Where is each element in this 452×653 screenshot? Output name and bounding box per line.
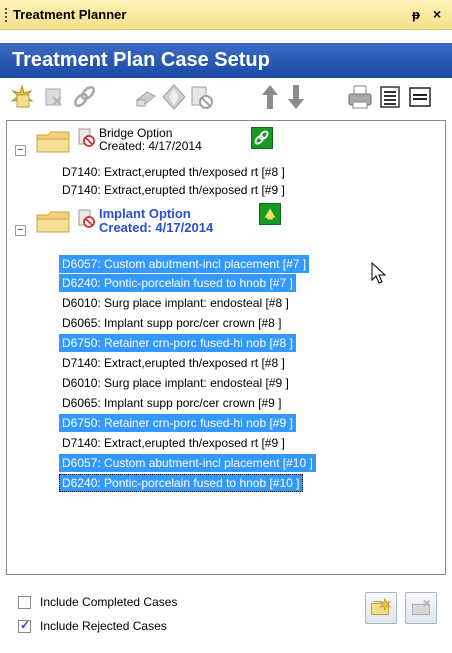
diamond-arrows-icon[interactable] — [160, 82, 188, 112]
panel-title: Treatment Planner — [13, 7, 127, 22]
implant-badge-icon — [259, 203, 281, 225]
link-icon[interactable] — [70, 82, 98, 112]
mouse-cursor-icon — [371, 261, 389, 286]
page-title: Treatment Plan Case Setup — [12, 49, 270, 71]
move-up-icon[interactable] — [256, 82, 284, 112]
include-rejected-label: Include Rejected Cases — [40, 619, 167, 633]
procedure-row[interactable]: D7140: Extract,erupted th/exposed rt [#8… — [59, 163, 288, 181]
delete-case-icon[interactable] — [40, 82, 68, 112]
case-status-icon — [77, 209, 97, 229]
close-case-button[interactable] — [405, 592, 437, 624]
drag-grip-icon[interactable] — [5, 8, 7, 22]
procedure-row[interactable]: D6065: Implant supp porc/cer crown [#9 ] — [59, 394, 284, 412]
new-case-icon[interactable] — [8, 82, 36, 112]
procedure-row[interactable]: D6065: Implant supp porc/cer crown [#8 ] — [59, 314, 284, 332]
include-rejected-checkbox[interactable] — [18, 618, 31, 633]
page-header: Treatment Plan Case Setup — [0, 43, 452, 78]
case-tree[interactable]: − Bridge Option Created: 4/17/2014 D7140… — [6, 120, 446, 575]
open-case-button[interactable] — [365, 592, 397, 624]
procedure-row[interactable]: D7140: Extract,erupted th/exposed rt [#9… — [59, 434, 288, 452]
procedure-row[interactable]: D7140: Extract,erupted th/exposed rt [#8… — [59, 354, 288, 372]
expander-bridge-option[interactable]: − — [15, 145, 26, 156]
reject-icon[interactable] — [188, 82, 216, 112]
procedure-row[interactable]: D6750: Retainer crn-porc fused-hi nob [#… — [59, 334, 296, 352]
procedure-row[interactable]: D7140: Extract,erupted th/exposed rt [#9… — [59, 181, 288, 199]
implant-option-title[interactable]: Implant Option — [99, 207, 191, 220]
procedure-row[interactable]: D6057: Custom abutment-incl placement [#… — [59, 454, 316, 472]
procedure-row[interactable]: D6240: Pontic-porcelain fused to hnob [#… — [59, 474, 303, 492]
collapse-icon[interactable] — [406, 82, 434, 112]
bridge-option-created: Created: 4/17/2014 — [99, 139, 202, 153]
procedure-row[interactable]: D6750: Retainer crn-porc fused-hi nob [#… — [59, 414, 296, 432]
toolbar — [0, 80, 452, 116]
bridge-badge-icon — [251, 127, 273, 149]
expander-implant-option[interactable]: − — [15, 225, 26, 236]
procedure-row[interactable]: D6010: Surg place implant: endosteal [#9… — [59, 374, 292, 392]
panel-title-bar: Treatment Planner ᵽ × — [0, 0, 452, 30]
move-down-icon[interactable] — [282, 82, 310, 112]
implant-option-created: Created: 4/17/2014 — [99, 220, 214, 235]
procedure-row[interactable]: D6240: Pontic-porcelain fused to hnob [#… — [59, 274, 296, 292]
close-icon[interactable]: × — [433, 6, 441, 22]
procedure-row[interactable]: D6010: Surg place implant: endosteal [#8… — [59, 294, 292, 312]
folder-icon — [35, 207, 71, 235]
move-right-icon[interactable] — [132, 82, 160, 112]
folder-icon — [35, 127, 71, 155]
report-icon[interactable] — [376, 82, 404, 112]
include-completed-checkbox[interactable] — [18, 596, 31, 609]
procedure-row[interactable]: D6057: Custom abutment-incl placement [#… — [59, 255, 310, 273]
pin-icon[interactable]: ᵽ — [412, 7, 420, 22]
print-icon[interactable] — [346, 82, 374, 112]
case-status-icon — [77, 128, 97, 148]
include-completed-label: Include Completed Cases — [40, 595, 178, 609]
